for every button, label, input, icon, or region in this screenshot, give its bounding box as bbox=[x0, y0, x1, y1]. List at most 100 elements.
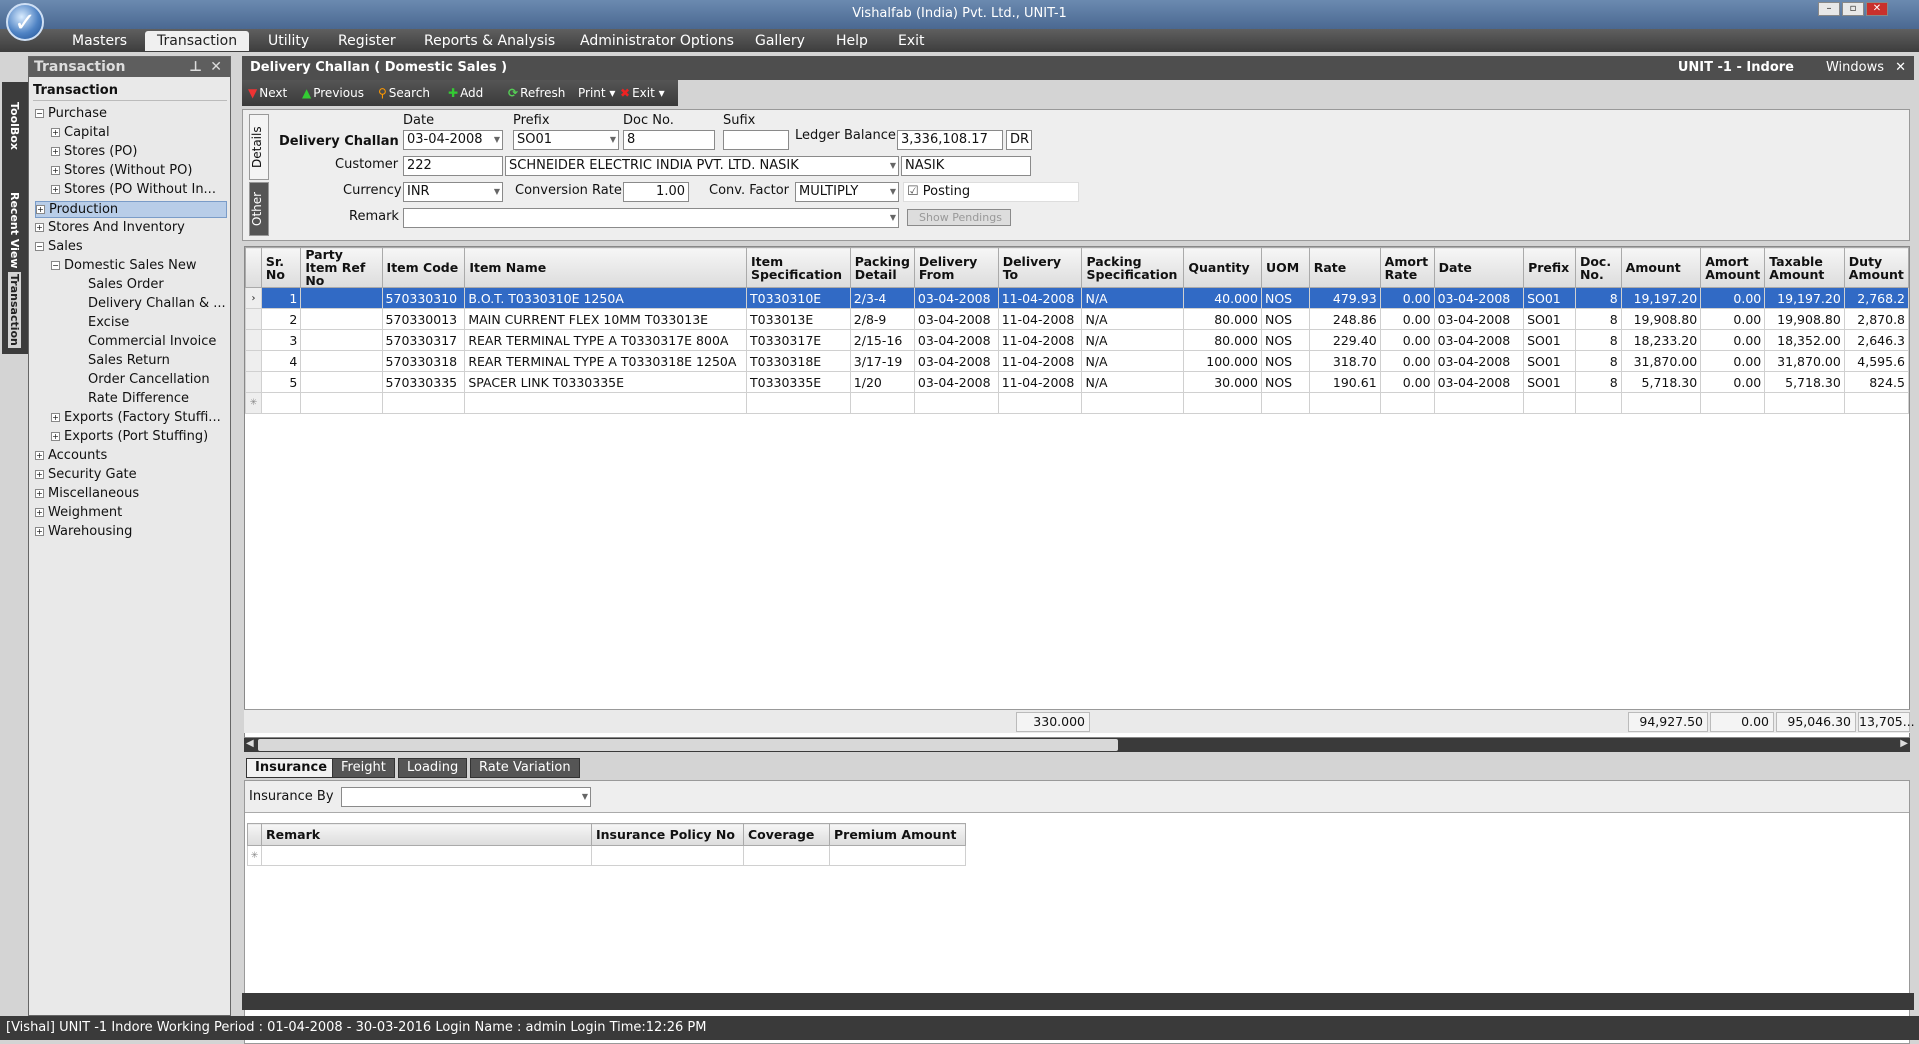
table-cell[interactable] bbox=[1620, 392, 1702, 414]
col-header[interactable]: Prefix bbox=[1523, 247, 1576, 288]
windows-menu[interactable]: Windows bbox=[1826, 56, 1884, 80]
tab-details[interactable]: Details bbox=[249, 114, 269, 180]
table-cell[interactable] bbox=[1183, 392, 1262, 414]
table-cell[interactable]: 03-04-2008 bbox=[1433, 308, 1525, 330]
col-header[interactable]: Delivery From bbox=[913, 247, 999, 288]
table-cell[interactable]: 2/8-9 bbox=[849, 308, 915, 330]
table-cell[interactable]: SPACER LINK T0330335E bbox=[464, 371, 747, 393]
table-cell[interactable]: 190.61 bbox=[1308, 371, 1381, 393]
table-row[interactable]: 2 570330013 MAIN CURRENT FLEX 10MM T033013… bbox=[245, 308, 1909, 330]
table-cell[interactable] bbox=[1700, 392, 1766, 414]
table-cell[interactable]: SO01 bbox=[1523, 287, 1576, 309]
table-cell[interactable]: SO01 bbox=[1523, 329, 1576, 351]
col-header[interactable]: Party Item Ref No bbox=[300, 247, 383, 288]
table-row[interactable]: › 1 570330310 B.O.T. T0330310E 1250A T033031… bbox=[245, 287, 1909, 309]
table-row[interactable]: 4 570330318 REAR TERMINAL TYPE A T0330318E… bbox=[245, 350, 1909, 372]
table-cell[interactable]: 2 bbox=[260, 308, 302, 330]
table-cell[interactable] bbox=[300, 350, 383, 372]
table-cell[interactable] bbox=[1379, 392, 1435, 414]
col-header[interactable]: Item Code bbox=[381, 247, 466, 288]
sufix-field[interactable] bbox=[723, 130, 789, 150]
table-cell[interactable]: 03-04-2008 bbox=[913, 350, 999, 372]
tree-item-accounts[interactable]: + Accounts bbox=[35, 448, 107, 463]
tab-freight[interactable]: Freight bbox=[332, 758, 395, 778]
table-cell[interactable]: 03-04-2008 bbox=[1433, 329, 1525, 351]
table-cell[interactable]: 229.40 bbox=[1308, 329, 1381, 351]
menu-reports[interactable]: Reports & Analysis bbox=[424, 33, 555, 49]
table-cell[interactable]: MAIN CURRENT FLEX 10MM T033013E bbox=[464, 308, 747, 330]
table-cell[interactable]: 11-04-2008 bbox=[997, 287, 1083, 309]
col-header[interactable]: Amort Rate bbox=[1379, 247, 1435, 288]
table-cell[interactable]: N/A bbox=[1081, 308, 1185, 330]
col-header[interactable]: UOM bbox=[1260, 247, 1310, 288]
table-cell[interactable]: N/A bbox=[1081, 350, 1185, 372]
table-cell[interactable]: REAR TERMINAL TYPE A T0330317E 800A bbox=[464, 329, 747, 351]
table-cell[interactable] bbox=[300, 392, 383, 414]
table-cell[interactable] bbox=[1081, 392, 1185, 414]
pin-icon[interactable]: ⊥ bbox=[189, 57, 202, 77]
table-cell[interactable]: 19,197.20 bbox=[1764, 287, 1845, 309]
table-cell[interactable]: 18,233.20 bbox=[1620, 329, 1702, 351]
table-cell[interactable] bbox=[1523, 392, 1576, 414]
tree-item-delivery-challan[interactable]: Delivery Challan & ... bbox=[88, 296, 226, 311]
tab-rate-variation[interactable]: Rate Variation bbox=[470, 758, 580, 778]
expand-icon[interactable]: + bbox=[35, 527, 44, 536]
table-cell[interactable]: 824.5 bbox=[1843, 371, 1909, 393]
table-cell[interactable]: 570330317 bbox=[381, 329, 466, 351]
tree-item-warehousing[interactable]: + Warehousing bbox=[35, 524, 132, 539]
tree-item-exports-factory[interactable]: + Exports (Factory Stuffi... bbox=[51, 410, 221, 425]
new-row[interactable]: ✳ bbox=[245, 392, 1909, 414]
tree-item-purchase[interactable]: − Purchase bbox=[35, 106, 107, 121]
col-header[interactable]: Sr. No bbox=[260, 247, 302, 288]
row-indicator[interactable] bbox=[245, 308, 262, 330]
tree-item-miscellaneous[interactable]: + Miscellaneous bbox=[35, 486, 139, 501]
table-cell[interactable]: 0.00 bbox=[1700, 350, 1766, 372]
new-row[interactable]: ✳ bbox=[247, 845, 966, 866]
table-cell[interactable] bbox=[1574, 392, 1622, 414]
table-cell[interactable]: 1/20 bbox=[849, 371, 915, 393]
table-cell[interactable]: 8 bbox=[1574, 308, 1622, 330]
customer-code-field[interactable]: 222 bbox=[403, 156, 503, 176]
convrate-field[interactable]: 1.00 bbox=[623, 182, 689, 202]
table-cell[interactable]: 03-04-2008 bbox=[1433, 287, 1525, 309]
tree-item-stores-without-po[interactable]: + Stores (Without PO) bbox=[51, 163, 192, 178]
table-cell[interactable]: T0330317E bbox=[745, 329, 851, 351]
table-cell[interactable]: N/A bbox=[1081, 329, 1185, 351]
col-header[interactable]: Amort Amount bbox=[1700, 247, 1766, 288]
expand-icon[interactable]: + bbox=[35, 489, 44, 498]
table-cell[interactable]: SO01 bbox=[1523, 350, 1576, 372]
expand-icon[interactable]: + bbox=[51, 413, 60, 422]
tab-loading[interactable]: Loading bbox=[398, 758, 468, 778]
table-cell[interactable]: 03-04-2008 bbox=[1433, 371, 1525, 393]
scroll-right-icon[interactable]: ▶ bbox=[1900, 738, 1908, 749]
table-cell[interactable]: 11-04-2008 bbox=[997, 350, 1083, 372]
menu-gallery[interactable]: Gallery bbox=[755, 33, 805, 49]
current-row-icon[interactable]: › bbox=[245, 287, 262, 309]
table-cell[interactable]: 479.93 bbox=[1308, 287, 1381, 309]
table-cell[interactable] bbox=[381, 392, 466, 414]
col-header[interactable]: Quantity bbox=[1183, 247, 1262, 288]
col-header[interactable]: Item Specification bbox=[745, 247, 851, 288]
table-cell[interactable]: SO01 bbox=[1523, 371, 1576, 393]
table-cell[interactable]: B.O.T. T0330310E 1250A bbox=[464, 287, 747, 309]
table-cell[interactable]: 1 bbox=[260, 287, 302, 309]
menu-admin[interactable]: Administrator Options bbox=[580, 33, 734, 49]
cell-coverage[interactable] bbox=[743, 845, 830, 866]
table-cell[interactable]: 0.00 bbox=[1700, 329, 1766, 351]
col-header[interactable]: Rate bbox=[1308, 247, 1381, 288]
tree-item-production[interactable]: + Production bbox=[35, 201, 227, 218]
toolbox-tab[interactable]: ToolBox bbox=[8, 102, 21, 150]
recent-view-tab[interactable]: Recent View bbox=[8, 192, 21, 269]
table-cell[interactable]: 18,352.00 bbox=[1764, 329, 1845, 351]
table-cell[interactable]: 0.00 bbox=[1379, 308, 1435, 330]
tree-item-domestic-sales[interactable]: − Domestic Sales New bbox=[51, 258, 196, 273]
table-cell[interactable]: 4,595.6 bbox=[1843, 350, 1909, 372]
col-header[interactable]: Amount bbox=[1620, 247, 1702, 288]
table-cell[interactable]: 4 bbox=[260, 350, 302, 372]
expand-icon[interactable]: + bbox=[51, 128, 60, 137]
table-cell[interactable]: 0.00 bbox=[1379, 287, 1435, 309]
table-cell[interactable]: 0.00 bbox=[1700, 308, 1766, 330]
date-field[interactable]: 03-04-2008 ▼ bbox=[403, 130, 503, 150]
expand-icon[interactable]: + bbox=[51, 166, 60, 175]
previous-button[interactable]: ▲ Previous bbox=[302, 86, 364, 100]
